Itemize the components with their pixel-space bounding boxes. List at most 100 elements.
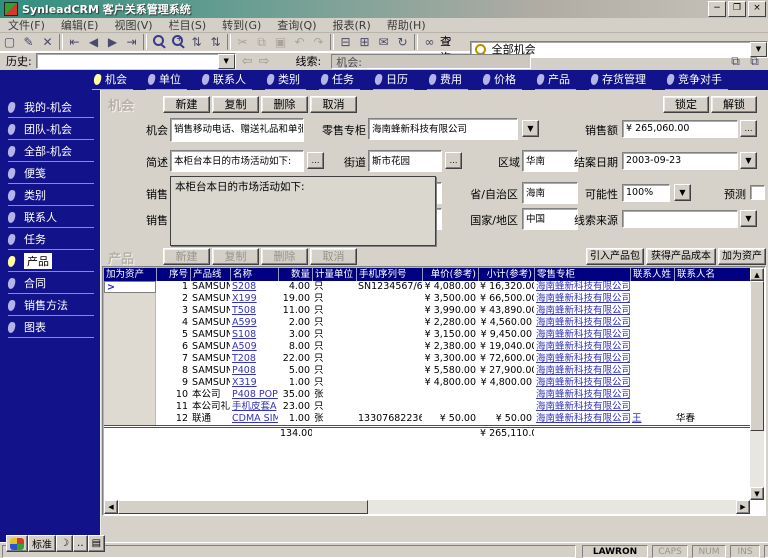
history-back-icon[interactable]: ⇦ (242, 54, 253, 69)
horizontal-scroll-thumb[interactable] (118, 500, 368, 514)
product-copy-button[interactable]: 复制 (212, 248, 259, 265)
delete-record-icon[interactable]: ✕ (38, 34, 57, 51)
cell-link-name[interactable]: A599 (232, 317, 257, 328)
cell-link-counter[interactable]: 海南蜂新科技有限公司 (536, 329, 630, 340)
table-row[interactable]: 9SAMSUNGX3191.00只¥ 4,800.00¥ 4,800.00海南蜂… (104, 377, 750, 389)
opportunity-input[interactable]: 销售移动电话、赠送礼品和单张 (170, 118, 304, 142)
row-select-cell[interactable] (104, 413, 156, 425)
amount-input[interactable]: ¥ 265,060.00 (622, 120, 738, 138)
cell-link-counter[interactable]: 海南蜂新科技有限公司 (536, 353, 630, 364)
edit-record-icon[interactable]: ✎ (19, 34, 38, 51)
last-record-icon[interactable]: ⇥ (122, 34, 141, 51)
cell-link-name[interactable]: S208 (232, 281, 256, 292)
cell-link-counter[interactable]: 海南蜂新科技有限公司 (536, 377, 630, 388)
document-icon-1[interactable]: ⧉ (726, 53, 745, 70)
menu-item-7[interactable]: 帮助(H) (379, 17, 434, 33)
cell-link-counter[interactable]: 海南蜂新科技有限公司 (536, 293, 630, 304)
tab-竞争对手[interactable]: 竞争对手 (665, 70, 728, 90)
row-select-cell[interactable] (104, 401, 156, 413)
table-row[interactable]: >1SAMSUNGS2084.00只SN1234567/68/¥ 4,080.0… (104, 281, 750, 293)
cell-link-name[interactable]: P408 POP (232, 389, 278, 400)
table-row[interactable]: 12联通CDMA SIM卡1.00张13307682236¥ 50.00¥ 50… (104, 413, 750, 425)
sidebar-item-便笺[interactable]: 便笺 (8, 163, 94, 184)
product-cancel-button[interactable]: 取消 (310, 248, 357, 265)
cell-link-name[interactable]: CDMA SIM卡 (232, 413, 278, 424)
brief-input[interactable]: 本柜台本日的市场活动如下: (170, 150, 304, 172)
scroll-down-icon[interactable]: ▼ (750, 487, 764, 500)
prev-record-icon[interactable]: ◀ (84, 34, 103, 51)
counter-combobox[interactable]: 海南蜂新科技有限公司 (368, 118, 518, 140)
tab-产品[interactable]: 产品 (535, 70, 576, 90)
sidebar-item-类别[interactable]: 类别 (8, 185, 94, 206)
document-icon-2[interactable]: ⧉ (745, 53, 764, 70)
table-row[interactable]: 2SAMSUNGX19919.00只¥ 3,500.00¥ 66,500.00海… (104, 293, 750, 305)
sidebar-item-我的-机会[interactable]: 我的-机会 (8, 97, 94, 118)
sidebar-item-全部-机会[interactable]: 全部-机会 (8, 141, 94, 162)
lead-source-combobox[interactable] (622, 210, 738, 228)
street-browse-button[interactable]: … (445, 152, 462, 169)
sidebar-item-销售方法[interactable]: 销售方法 (8, 295, 94, 316)
menu-item-3[interactable]: 栏目(S) (161, 17, 215, 33)
menu-item-1[interactable]: 编辑(E) (53, 17, 107, 33)
cell-link-name[interactable]: P408 (232, 365, 256, 376)
restore-button[interactable]: ❐ (728, 1, 746, 17)
tab-费用[interactable]: 费用 (427, 70, 468, 90)
menu-item-5[interactable]: 查询(Q) (269, 17, 324, 33)
tab-日历[interactable]: 日历 (373, 70, 414, 90)
column-header-asset[interactable]: 加为资产 (104, 268, 156, 281)
column-header-serial[interactable]: 手机序列号 (356, 268, 422, 281)
tab-任务[interactable]: 任务 (319, 70, 360, 90)
menu-item-6[interactable]: 报表(R) (325, 17, 379, 33)
probability-dropdown-icon[interactable]: ▼ (674, 184, 691, 201)
column-header-first[interactable]: 联系人名 (674, 268, 720, 281)
cell-link-counter[interactable]: 海南蜂新科技有限公司 (536, 341, 630, 352)
refresh-icon[interactable]: ↻ (393, 34, 412, 51)
cell-link-counter[interactable]: 海南蜂新科技有限公司 (536, 305, 630, 316)
get-product-cost-button[interactable]: 获得产品成本 (646, 248, 716, 265)
keyboard-icon[interactable]: ▤ (88, 535, 105, 552)
horizontal-scrollbar[interactable]: ◀ ▶ (104, 500, 750, 514)
cell-link-counter[interactable]: 海南蜂新科技有限公司 (536, 389, 630, 400)
country-input[interactable]: 中国 (522, 208, 578, 230)
scroll-up-icon[interactable]: ▲ (750, 268, 764, 281)
moon-icon[interactable]: ☽ (56, 535, 73, 552)
search-plus-icon[interactable]: + (168, 34, 187, 51)
table-row[interactable]: 8SAMSUNGP4085.00只¥ 5,580.00¥ 27,900.00海南… (104, 365, 750, 377)
cell-link-counter[interactable]: 海南蜂新科技有限公司 (536, 365, 630, 376)
unlock-button[interactable]: 解锁 (711, 96, 757, 113)
form-cancel-button[interactable]: 取消 (310, 96, 357, 113)
forecast-checkbox[interactable] (750, 185, 765, 200)
form-delete-button[interactable]: 删除 (261, 96, 308, 113)
form-copy-button[interactable]: 复制 (212, 96, 259, 113)
sort-desc-icon[interactable]: ⇅ (206, 34, 225, 51)
history-forward-icon[interactable]: ⇨ (259, 54, 270, 69)
row-select-cell[interactable] (104, 341, 156, 353)
cell-link-name[interactable]: T508 (232, 305, 256, 316)
tab-存货管理[interactable]: 存货管理 (589, 70, 652, 90)
table-row[interactable]: 10本公司P408 POP35.00张海南蜂新科技有限公司 (104, 389, 750, 401)
sidebar-item-图表[interactable]: 图表 (8, 317, 94, 338)
cell-link-name[interactable]: X199 (232, 293, 257, 304)
region-input[interactable]: 华南 (522, 150, 578, 172)
binoculars-icon[interactable]: ∞ (420, 34, 439, 51)
table-row[interactable]: 4SAMSUNGA5992.00只¥ 2,280.00¥ 4,560.00海南蜂… (104, 317, 750, 329)
tab-单位[interactable]: 单位 (146, 70, 187, 90)
row-select-cell[interactable] (104, 305, 156, 317)
brief-browse-button[interactable]: … (307, 152, 324, 169)
ime-mode-button[interactable]: 标准 (28, 535, 56, 552)
tab-机会[interactable]: 机会 (92, 70, 133, 90)
table-row[interactable]: 6SAMSUNGA5098.00只¥ 2,380.00¥ 19,040.00海南… (104, 341, 750, 353)
vertical-scrollbar[interactable]: ▲ ▼ (750, 268, 764, 500)
lead-source-dropdown-icon[interactable]: ▼ (740, 210, 757, 227)
next-record-icon[interactable]: ▶ (103, 34, 122, 51)
sort-asc-icon[interactable]: ⇅ (187, 34, 206, 51)
cell-link-name[interactable]: 手机皮套A (232, 401, 277, 412)
minimize-button[interactable]: − (708, 1, 726, 17)
import-product-package-button[interactable]: 引入产品包 (586, 248, 644, 265)
row-select-cell[interactable]: > (104, 281, 156, 293)
punctuation-icon[interactable]: ‥ (73, 535, 88, 552)
row-select-cell[interactable] (104, 329, 156, 341)
tab-联系人[interactable]: 联系人 (200, 70, 252, 90)
form-new-button[interactable]: 新建 (163, 96, 210, 113)
cell-link-counter[interactable]: 海南蜂新科技有限公司 (536, 317, 630, 328)
